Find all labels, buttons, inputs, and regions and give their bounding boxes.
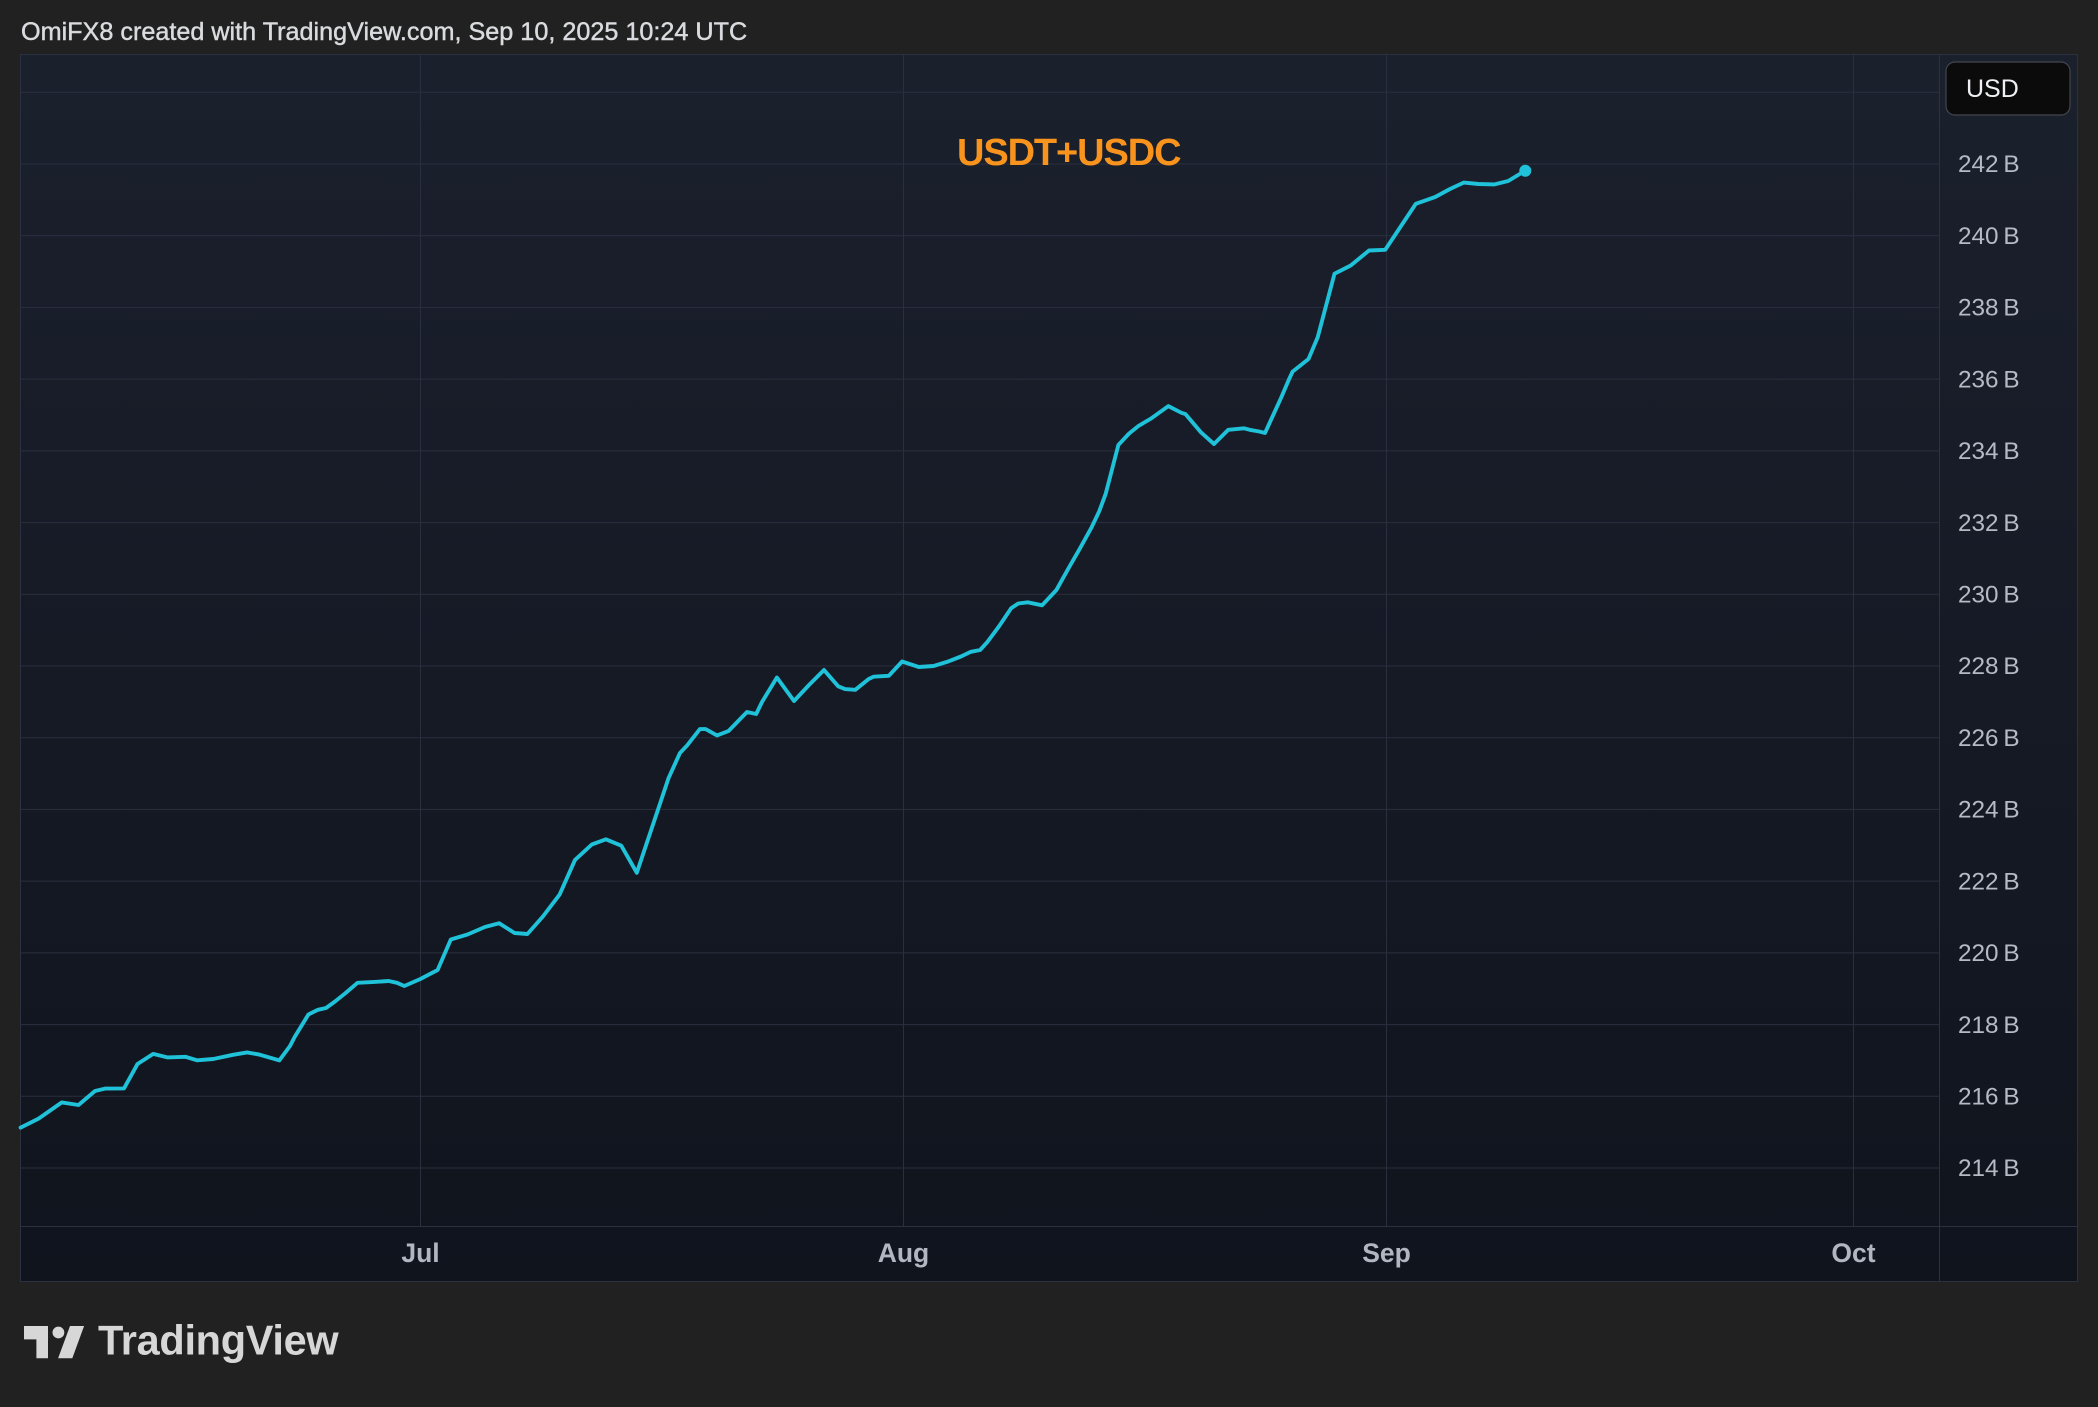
svg-text:240 B: 240 B <box>1958 223 2020 250</box>
svg-text:230 B: 230 B <box>1958 582 2020 609</box>
svg-text:OmiFX8 created with TradingVie: OmiFX8 created with TradingView.com, Sep… <box>21 18 747 46</box>
svg-text:222 B: 222 B <box>1958 868 2020 895</box>
svg-text:218 B: 218 B <box>1958 1012 2020 1039</box>
svg-text:232 B: 232 B <box>1958 510 2020 537</box>
svg-text:242 B: 242 B <box>1958 151 2020 178</box>
svg-text:224 B: 224 B <box>1958 797 2020 824</box>
svg-text:USD: USD <box>1966 75 2019 103</box>
svg-text:228 B: 228 B <box>1958 653 2020 680</box>
svg-text:Oct: Oct <box>1831 1238 1875 1268</box>
svg-text:234 B: 234 B <box>1958 438 2020 465</box>
svg-text:214 B: 214 B <box>1958 1155 2020 1182</box>
svg-text:216 B: 216 B <box>1958 1084 2020 1111</box>
svg-text:236 B: 236 B <box>1958 366 2020 393</box>
svg-text:Jul: Jul <box>401 1238 439 1268</box>
svg-text:238 B: 238 B <box>1958 295 2020 322</box>
svg-text:220 B: 220 B <box>1958 940 2020 967</box>
svg-text:Aug: Aug <box>878 1238 930 1268</box>
svg-text:Sep: Sep <box>1362 1238 1411 1268</box>
svg-text:TradingView: TradingView <box>98 1317 339 1364</box>
svg-text:226 B: 226 B <box>1958 725 2020 752</box>
svg-text:USDT+USDC: USDT+USDC <box>957 132 1181 174</box>
